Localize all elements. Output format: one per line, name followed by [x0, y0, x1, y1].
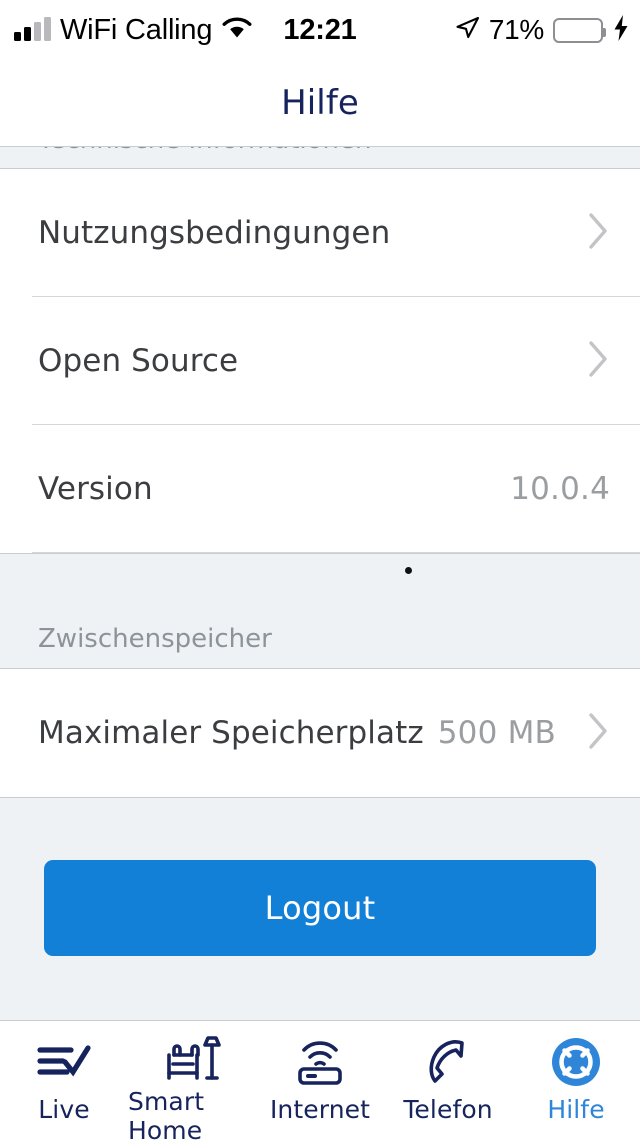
chevron-right-icon [588, 712, 610, 754]
chevron-right-icon [588, 340, 610, 382]
tab-internet[interactable]: Internet [256, 1021, 384, 1136]
row-label: Nutzungsbedingungen [38, 215, 391, 251]
list-check-icon [35, 1033, 93, 1091]
row-value: 500 MB [437, 715, 556, 751]
tab-label: Live [38, 1095, 90, 1124]
row-version: Version 10.0.4 [0, 425, 640, 553]
tab-live[interactable]: Live [0, 1021, 128, 1136]
logout-button[interactable]: Logout [44, 860, 596, 956]
row-nutzungsbedingungen[interactable]: Nutzungsbedingungen [0, 169, 640, 297]
section-header-label: Technische Informationen [38, 147, 372, 155]
row-separator [32, 552, 640, 553]
tab-hilfe[interactable]: Hilfe [512, 1021, 640, 1136]
lifebuoy-icon [548, 1033, 604, 1091]
row-label: Version [38, 471, 153, 507]
version-value: 10.0.4 [510, 471, 610, 507]
chevron-right-icon [588, 212, 610, 254]
battery-percent-label: 71% [488, 14, 544, 45]
tab-telefon[interactable]: Telefon [384, 1021, 512, 1136]
tab-label: Internet [269, 1095, 371, 1124]
battery-icon [553, 17, 606, 43]
charging-bolt-icon [612, 14, 630, 46]
app-screen: WiFi Calling 12:21 71% Hilfe Nutzungsbed… [0, 0, 640, 1145]
settings-list[interactable]: Technische Informationen Nutzungsbedingu… [0, 147, 640, 1020]
section-header-zwischenspeicher: Zwischenspeicher [0, 553, 640, 669]
tab-label: Telefon [403, 1095, 493, 1124]
location-arrow-icon [454, 15, 480, 45]
router-wifi-icon [291, 1033, 349, 1091]
row-open-source[interactable]: Open Source [0, 297, 640, 425]
status-bar: WiFi Calling 12:21 71% [0, 0, 640, 60]
tab-smart-home[interactable]: Smart Home [128, 1021, 256, 1145]
armchair-lamp-icon [161, 1033, 223, 1083]
list-group-technische-informationen: Nutzungsbedingungen Open Source Version … [0, 169, 640, 553]
page-title: Hilfe [281, 83, 359, 123]
status-bar-right: 71% [454, 0, 630, 60]
tab-label: Hilfe [547, 1095, 605, 1124]
row-maximaler-speicherplatz[interactable]: Maximaler Speicherplatz 500 MB [0, 669, 640, 797]
navigation-bar: Hilfe [0, 60, 640, 147]
logout-area: Logout [0, 798, 640, 956]
row-label: Open Source [38, 343, 239, 379]
tab-label: Smart Home [128, 1087, 205, 1145]
phone-handset-icon [422, 1033, 474, 1091]
section-header-label: Zwischenspeicher [38, 624, 272, 654]
list-group-zwischenspeicher: Maximaler Speicherplatz 500 MB [0, 669, 640, 798]
tab-bar: Live Smart Home Internet Telefon Hilfe [0, 1020, 640, 1145]
section-header-technische-informationen: Technische Informationen [0, 147, 640, 169]
row-label: Maximaler Speicherplatz [38, 715, 424, 751]
cursor-dot [405, 567, 412, 574]
